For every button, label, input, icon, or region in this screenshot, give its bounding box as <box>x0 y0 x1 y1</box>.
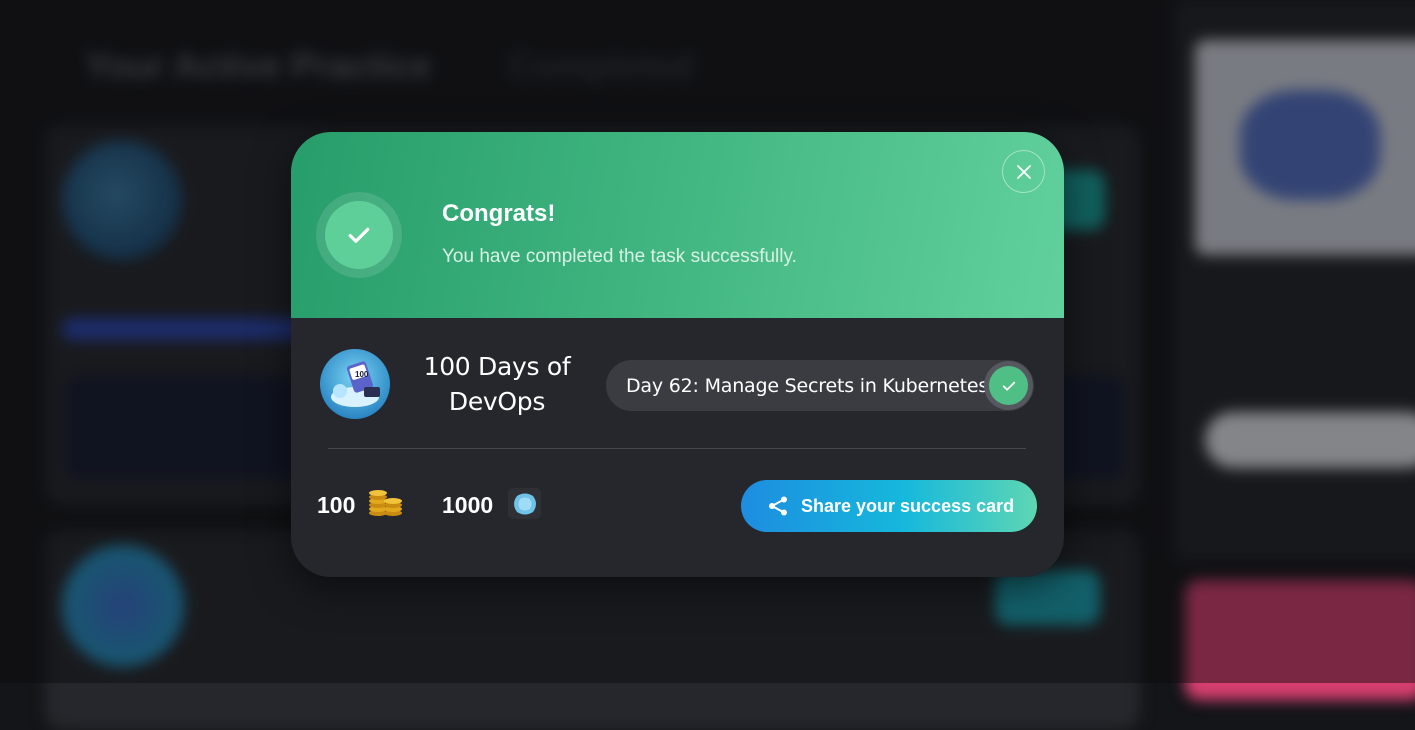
gem-icon <box>508 488 541 519</box>
share-success-card-button[interactable]: Share your success card <box>741 480 1037 532</box>
close-icon <box>1015 163 1033 181</box>
task-label: Day 62: Manage Secrets in Kubernetes <box>626 375 988 397</box>
course-logo: 100 <box>320 349 390 419</box>
divider <box>328 448 1026 449</box>
success-modal: Congrats! You have completed the task su… <box>291 132 1064 577</box>
modal-header: Congrats! You have completed the task su… <box>291 132 1064 318</box>
modal-title: Congrats! <box>442 200 555 228</box>
gems-reward-value: 1000 <box>442 492 493 519</box>
share-button-label: Share your success card <box>801 496 1014 517</box>
close-button[interactable] <box>1002 150 1045 193</box>
coins-icon <box>367 487 403 517</box>
coins-reward-value: 100 <box>317 492 355 519</box>
checkmark-icon <box>989 366 1028 405</box>
checkmark-icon <box>325 201 393 269</box>
modal-subtitle: You have completed the task successfully… <box>442 246 797 268</box>
course-logo-text: 100 <box>355 370 369 379</box>
course-name-line-1: 100 Days of <box>411 349 583 384</box>
share-icon <box>767 495 789 517</box>
course-name-line-2: DevOps <box>411 384 583 419</box>
course-name: 100 Days of DevOps <box>411 349 583 419</box>
completed-task-pill: Day 62: Manage Secrets in Kubernetes <box>606 360 1034 411</box>
